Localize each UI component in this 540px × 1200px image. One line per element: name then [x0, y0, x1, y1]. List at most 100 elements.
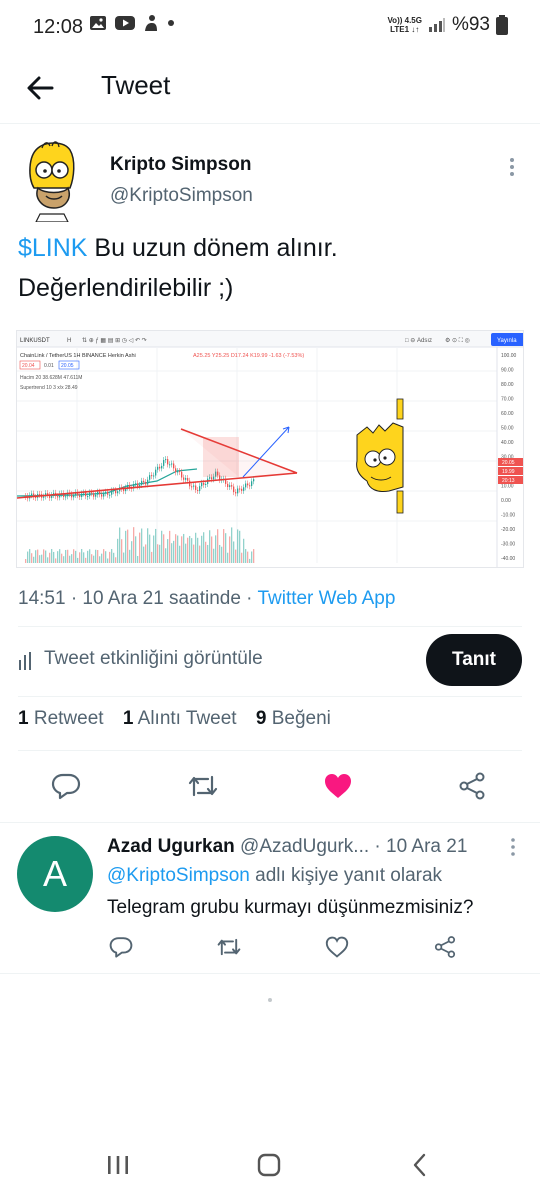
- candle: [163, 460, 165, 466]
- battery-icon: [496, 15, 508, 35]
- volume-bar: [101, 553, 103, 563]
- like-button[interactable]: [318, 766, 358, 806]
- volume-bar: [125, 530, 127, 563]
- retweets-stat[interactable]: 1 Retweet: [18, 708, 104, 729]
- cashtag-link[interactable]: $LINK: [18, 234, 87, 262]
- reply-share-button[interactable]: [431, 933, 459, 961]
- volume-bar: [111, 549, 113, 563]
- price-axis-label: 10.00: [501, 484, 514, 490]
- volume-bar: [51, 549, 53, 563]
- volume-bar: [31, 553, 33, 563]
- volume-bar: [175, 534, 177, 563]
- author-handle[interactable]: @KriptoSimpson: [110, 185, 253, 207]
- volume-bar: [187, 537, 189, 563]
- reply-retweet-button[interactable]: [215, 933, 243, 961]
- volume-bar: [159, 544, 161, 563]
- volume-bar: [235, 549, 237, 563]
- reply-more-button[interactable]: [508, 837, 518, 857]
- volume-bar: [247, 551, 249, 563]
- reply-tweet[interactable]: A Azad Ugurkan @AzadUgurk... · 10 Ara 21…: [0, 822, 540, 974]
- volume-bar: [95, 549, 97, 563]
- volume-bar: [209, 530, 211, 563]
- reply-header: Azad Ugurkan @AzadUgurk... · 10 Ara 21: [107, 836, 467, 858]
- reply-author-handle[interactable]: @AzadUgurk...: [240, 836, 369, 857]
- system-back-button[interactable]: [400, 1148, 440, 1182]
- reply-icon: [109, 937, 133, 958]
- candle: [73, 494, 75, 498]
- reply-like-button[interactable]: [323, 933, 351, 961]
- volume-bar: [145, 544, 147, 563]
- candle: [179, 471, 181, 473]
- candle: [199, 486, 201, 491]
- volume-bar: [197, 537, 199, 563]
- battery-level: %93: [451, 14, 490, 35]
- candle: [165, 459, 167, 461]
- tweet-text: $LINK Bu uzun dönem alınır. Değerlendiri…: [18, 228, 518, 308]
- volume-bar: [241, 552, 243, 563]
- retweet-icon: [217, 938, 241, 956]
- replying-to-line: @KriptoSimpson adlı kişiye yanıt olarak: [107, 865, 443, 886]
- quote-tweets-stat[interactable]: 1 Alıntı Tweet: [123, 708, 237, 729]
- likes-stat[interactable]: 9 Beğeni: [256, 708, 331, 729]
- candle: [153, 475, 155, 477]
- candle: [31, 493, 33, 496]
- author-avatar[interactable]: [20, 138, 84, 223]
- reply-date: · 10 Ara 21: [369, 836, 468, 857]
- candle: [65, 496, 67, 498]
- volume-bar: [137, 555, 139, 563]
- volume-bar: [37, 549, 39, 563]
- reply-button[interactable]: [46, 766, 86, 806]
- promote-button[interactable]: Tanıt: [426, 634, 522, 686]
- reply-reply-button[interactable]: [107, 933, 135, 961]
- back-button[interactable]: [22, 70, 58, 106]
- volume-bar: [153, 535, 155, 563]
- volume-bar: [107, 558, 109, 563]
- chart-publish-label: Yayınla: [497, 338, 517, 344]
- volume-bar: [127, 529, 129, 563]
- analytics-icon: [19, 652, 31, 670]
- volume-bar: [151, 551, 153, 563]
- volume-bar: [221, 546, 223, 563]
- volume-bar: [109, 551, 111, 563]
- volume-bar: [211, 536, 213, 563]
- candle: [157, 466, 159, 470]
- price-axis-label: -10.00: [501, 513, 515, 519]
- chevron-left-icon: [413, 1153, 426, 1177]
- home-button[interactable]: [249, 1148, 289, 1182]
- volume-bar: [113, 552, 115, 563]
- volume-bar: [165, 548, 167, 563]
- tweet-more-button[interactable]: [506, 156, 518, 178]
- page-title: Tweet: [101, 70, 171, 100]
- reply-author-name[interactable]: Azad Ugurkan: [107, 836, 235, 857]
- candle: [237, 488, 239, 494]
- volume-bar: [119, 527, 121, 563]
- tweet-media-image[interactable]: LINKUSDT H ⇅ ⊕ ƒ ▦ ▤ ⊞ ◷ ◁ ↶ ↷ □ ⊖ Adsız…: [16, 330, 524, 568]
- volume-bar: [35, 550, 37, 563]
- price-axis-label: -30.00: [501, 542, 515, 548]
- share-button[interactable]: [452, 766, 492, 806]
- volume-bar: [93, 555, 95, 563]
- reply-action-bar: [107, 933, 467, 961]
- trading-chart-screenshot: LINKUSDT H ⇅ ⊕ ƒ ▦ ▤ ⊞ ◷ ◁ ↶ ↷ □ ⊖ Adsız…: [17, 331, 523, 567]
- recent-apps-button[interactable]: [98, 1148, 138, 1182]
- reply-mention-link[interactable]: @KriptoSimpson: [107, 865, 250, 886]
- candle: [243, 487, 245, 491]
- price-axis-label: 0.00: [501, 498, 511, 504]
- volume-bar: [55, 558, 57, 563]
- price-axis-label: 40.00: [501, 440, 514, 446]
- reply-author-avatar[interactable]: A: [17, 836, 93, 912]
- price-axis-label: 60.00: [501, 411, 514, 417]
- candle: [245, 483, 247, 488]
- tweet-source-link[interactable]: Twitter Web App: [257, 588, 395, 609]
- volume-bar: [133, 527, 135, 563]
- retweet-button[interactable]: [183, 766, 223, 806]
- volume-bar: [97, 550, 99, 563]
- volume-bar: [49, 552, 51, 563]
- author-name[interactable]: Kripto Simpson: [110, 154, 251, 176]
- view-tweet-activity-link[interactable]: Tweet etkinliğini görüntüle: [44, 648, 263, 670]
- volume-bar: [223, 529, 225, 563]
- volume-bar: [59, 549, 61, 563]
- loading-dot: [268, 998, 272, 1002]
- volume-bar: [115, 557, 117, 563]
- volume-bar: [203, 532, 205, 563]
